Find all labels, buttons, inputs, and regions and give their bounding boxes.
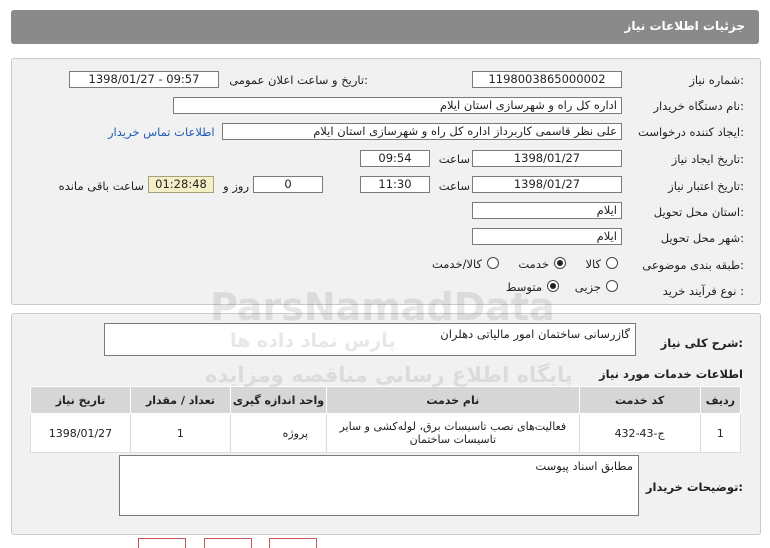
services-table: تاریخ نیاز تعداد / مقدار واحد اندازه گیر… <box>30 386 742 453</box>
remaining-label: ساعت باقی مانده <box>58 179 144 193</box>
remaining-time-field: 01:28:48 <box>148 176 214 193</box>
buyer-org-label: نام دستگاه خریدار: <box>653 99 744 113</box>
buyer-notes-field[interactable]: مطابق اسناد پیوست <box>119 455 639 516</box>
process-label: نوع فرآیند خرید : <box>662 284 744 298</box>
summary-field[interactable]: گازرسانی ساختمان امور مالیاتی دهلران <box>104 323 636 356</box>
created-time-label: ساعت <box>438 152 470 166</box>
province-field[interactable]: ایلام <box>472 202 622 219</box>
page-header: جزئیات اطلاعات نیاز <box>11 10 759 44</box>
process-medium-radio[interactable] <box>547 280 559 292</box>
announce-label: تاریخ و ساعت اعلان عمومی: <box>229 73 368 87</box>
days-label: روز و <box>223 179 249 193</box>
requester-label: ایجاد کننده درخواست: <box>638 125 744 139</box>
column-header-date: تاریخ نیاز <box>30 386 131 414</box>
city-label: شهر محل تحویل: <box>660 231 744 245</box>
category-label: طبقه بندی موضوعی: <box>642 258 744 272</box>
cell-quantity: 1 <box>129 413 231 453</box>
cell-service-code: ج-43-432 <box>578 413 701 453</box>
process-minor-label: جزیی <box>574 280 601 294</box>
table-row: 1398/01/27 1 پروژه فعالیت‌های نصب تاسیسا… <box>30 413 742 453</box>
category-goods-label: کالا <box>585 257 601 271</box>
requester-field[interactable]: علی نظر قاسمی کاربرداز اداره کل راه و شه… <box>222 123 622 140</box>
column-header-quantity: تعداد / مقدار <box>129 386 231 414</box>
column-header-unit: واحد اندازه گیری <box>229 386 328 414</box>
announce-field[interactable]: 1398/01/27 - 09:57 <box>69 71 219 88</box>
validity-date-field[interactable]: 1398/01/27 <box>472 176 622 193</box>
cell-row-index: 1 <box>699 413 742 453</box>
column-header-service-name: نام خدمت <box>326 386 580 414</box>
created-date-label: تاریخ ایجاد نیاز: <box>671 152 744 166</box>
city-field[interactable]: ایلام <box>472 228 622 245</box>
category-service-label: خدمت <box>518 257 549 271</box>
category-goods-service-label: کالا/خدمت <box>431 257 482 271</box>
cell-service-name: فعالیت‌های نصب تاسیسات برق، لوله‌کشی و س… <box>326 413 580 453</box>
remaining-days-field[interactable]: 0 <box>253 176 323 193</box>
category-goods-radio[interactable] <box>606 257 618 269</box>
province-label: استان محل تحویل: <box>653 205 744 219</box>
cell-date: 1398/01/27 <box>30 413 131 453</box>
services-title: اطلاعات خدمات مورد نیاز <box>599 367 743 381</box>
category-service-radio[interactable] <box>554 257 566 269</box>
category-goods-service-radio[interactable] <box>487 257 499 269</box>
validity-time-field[interactable]: 11:30 <box>360 176 430 193</box>
created-date-field[interactable]: 1398/01/27 <box>472 150 622 167</box>
need-number-field[interactable]: 1198003865000002 <box>472 71 622 88</box>
contact-buyer-link[interactable]: اطلاعات تماس خریدار <box>108 125 215 139</box>
column-header-row: ردیف <box>699 386 742 414</box>
validity-time-label: ساعت <box>438 179 470 193</box>
need-number-label: شماره نیاز: <box>689 73 744 87</box>
created-time-field[interactable]: 09:54 <box>360 150 430 167</box>
bottom-button-2[interactable] <box>204 538 252 548</box>
buyer-org-field[interactable]: اداره کل راه و شهرسازی استان ایلام <box>173 97 622 114</box>
summary-label: شرح کلی نیاز: <box>660 336 743 350</box>
page-title: جزئیات اطلاعات نیاز <box>624 19 745 33</box>
process-medium-label: متوسط <box>505 280 542 294</box>
buyer-notes-label: توضیحات خریدار: <box>645 480 743 494</box>
cell-unit: پروژه <box>229 413 328 453</box>
column-header-service-code: کد خدمت <box>578 386 701 414</box>
validity-date-label: تاریخ اعتبار نیاز: <box>668 179 744 193</box>
bottom-button-3[interactable] <box>269 538 317 548</box>
process-minor-radio[interactable] <box>606 280 618 292</box>
bottom-button-1[interactable] <box>138 538 186 548</box>
